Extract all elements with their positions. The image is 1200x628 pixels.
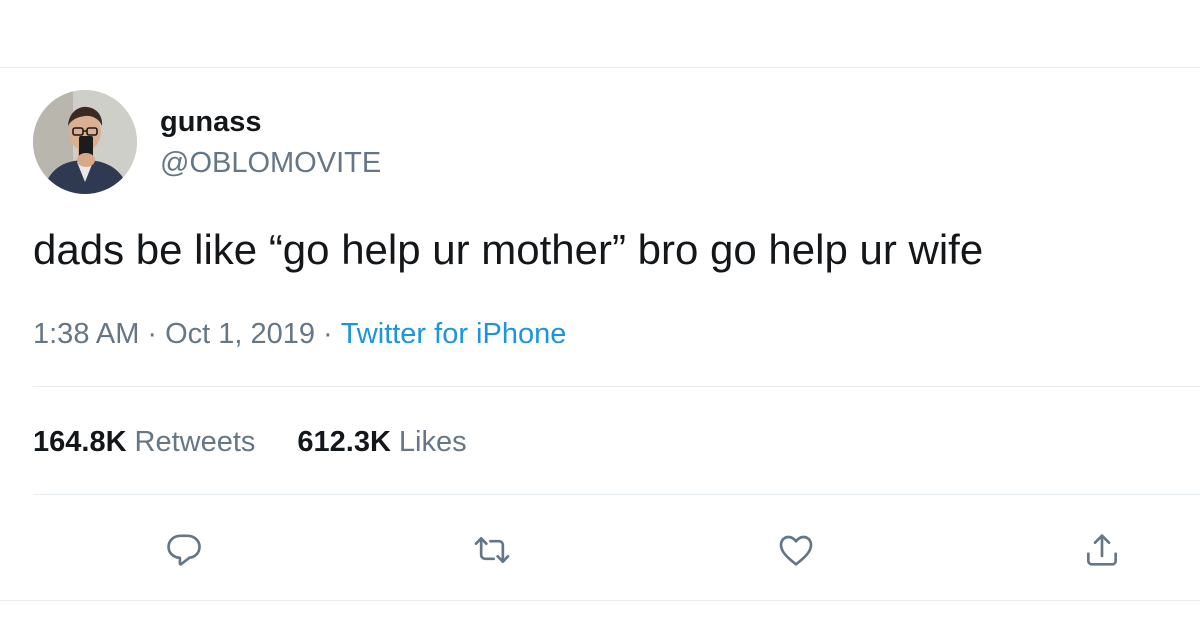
tweet-source-link[interactable]: Twitter for iPhone <box>341 318 567 350</box>
retweets-stat[interactable]: 164.8K Retweets <box>33 426 255 458</box>
likes-stat[interactable]: 612.3K Likes <box>297 426 466 458</box>
avatar[interactable] <box>33 90 137 194</box>
tweet-time[interactable]: 1:38 AM <box>33 318 139 350</box>
tweet-date[interactable]: Oct 1, 2019 <box>165 318 315 350</box>
tweet-stats: 164.8K Retweets 612.3K Likes <box>33 424 467 460</box>
share-upload-icon <box>1087 534 1117 566</box>
heart-icon <box>779 535 813 566</box>
tweet-text: dads be like “go help ur mother” bro go … <box>33 226 984 273</box>
tweet-meta: 1:38 AM · Oct 1, 2019 · Twitter for iPhone <box>33 316 566 352</box>
bottom-divider <box>0 600 1200 601</box>
reply-button[interactable] <box>162 528 206 572</box>
retweets-count: 164.8K <box>33 426 127 458</box>
divider <box>33 386 1200 387</box>
meta-separator: · <box>323 318 333 350</box>
retweet-button[interactable] <box>470 528 514 572</box>
meta-separator: · <box>147 318 158 350</box>
divider <box>33 494 1200 495</box>
top-divider <box>0 67 1200 68</box>
likes-label: Likes <box>398 426 467 458</box>
speech-bubble-icon <box>167 534 201 566</box>
likes-count: 612.3K <box>297 426 391 458</box>
retweets-label: Retweets <box>134 426 256 458</box>
author-handle[interactable]: @OBLOMOVITE <box>160 145 381 181</box>
retweet-arrows-icon <box>474 537 510 563</box>
author-display-name[interactable]: gunass <box>160 104 262 140</box>
profile-photo <box>33 90 137 194</box>
like-button[interactable] <box>774 528 818 572</box>
share-button[interactable] <box>1080 528 1124 572</box>
